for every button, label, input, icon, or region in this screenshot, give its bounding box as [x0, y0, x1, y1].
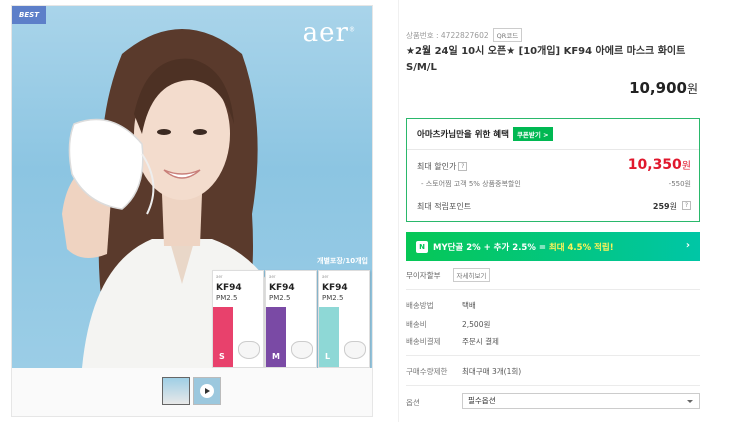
benefit-box: 아마츠카님만을 위한 혜택 쿠폰받기 > 최대 할인가? 10,350원 - 스… [406, 118, 700, 222]
shipping-fee-value: 2,500원 [462, 320, 491, 329]
mask-icon [238, 341, 260, 359]
shipping-method-label: 배송방법 [406, 301, 434, 310]
divider [407, 149, 699, 150]
details-button[interactable]: 자세히보기 [452, 268, 491, 282]
divider [398, 0, 399, 422]
max-discount-row: 최대 할인가? 10,350원 [417, 157, 691, 175]
option-select[interactable]: 필수옵션 [462, 393, 700, 409]
max-discount-label: 최대 할인가 [417, 162, 457, 171]
banner-highlight: 최대 4.5% 적립! [548, 242, 614, 253]
pack-brand: aer [269, 274, 276, 279]
store-discount-label: - 스토어찜 고객 5% 상품중복할인 [421, 180, 521, 188]
purchase-limit-value: 최대구매 3개(1회) [462, 367, 522, 376]
shipping-fee-row: 배송비 2,500원 [406, 319, 700, 330]
shipping-method-value: 택배 [462, 301, 476, 310]
divider [406, 385, 700, 386]
mask-packs: 개별포장/10개입 aer KF94 PM2.5 S aer KF94 PM2.… [210, 257, 372, 368]
pack-pm: PM2.5 [269, 294, 291, 302]
pack-pm: PM2.5 [216, 294, 238, 302]
interest-free-row: 무이자할부 자세히보기 [406, 268, 491, 282]
product-price: 10,900원 [629, 79, 698, 97]
thumbnail-image[interactable] [162, 377, 190, 405]
shipping-fee-label: 배송비 [406, 320, 427, 329]
price-value: 10,900 [629, 79, 687, 97]
mask-icon [291, 341, 313, 359]
mask-icon [344, 341, 366, 359]
pack-kf: KF94 [216, 283, 242, 293]
option-selected-value: 필수옵션 [468, 396, 496, 405]
option-label: 옵션 [406, 398, 420, 407]
points-unit: 원 [669, 202, 677, 211]
price-currency: 원 [686, 82, 698, 96]
product-id: 상품번호 : 4722827602 [406, 30, 489, 40]
banner-text: MY단골 2% + 추가 2.5% = [433, 242, 546, 253]
product-page: BEST aer® 개별포장/10개입 aer KF94 PM2.5 S aer… [0, 0, 743, 422]
pack-kf: KF94 [322, 283, 348, 293]
chevron-right-icon: › [685, 240, 690, 251]
qr-code-button[interactable]: QR코드 [492, 28, 523, 42]
pack-pm: PM2.5 [322, 294, 344, 302]
product-info: 상품번호 : 4722827602 QR코드 ★2월 24일 10시 오픈★ [… [406, 0, 706, 422]
chevron-down-icon [687, 400, 693, 403]
pack-kf: KF94 [269, 283, 295, 293]
benefit-heading: 아마츠카님만을 위한 혜택 쿠폰받기 > [417, 127, 553, 141]
naver-n-icon: N [416, 240, 428, 253]
pack-s: aer KF94 PM2.5 S [212, 270, 264, 368]
discount-currency: 원 [681, 161, 691, 172]
brand-logo-text: aer [302, 18, 349, 48]
interest-free-label: 무이자할부 [406, 270, 441, 280]
thumbnail-video[interactable] [193, 377, 221, 405]
purchase-limit-row: 구매수량제한 최대구매 3개(1회) [406, 366, 700, 377]
divider [406, 289, 700, 290]
coupon-button[interactable]: 쿠폰받기 > [512, 127, 553, 141]
discount-price-value: 10,350 [627, 157, 682, 173]
pack-l: aer KF94 PM2.5 L [318, 270, 370, 368]
shipping-method-row: 배송방법 택배 [406, 300, 700, 311]
shipping-pay-value: 주문시 결제 [462, 337, 499, 346]
pack-size: S [219, 352, 225, 361]
store-discount-value: -550원 [668, 180, 691, 188]
best-badge: BEST [12, 6, 46, 24]
product-gallery: BEST aer® 개별포장/10개입 aer KF94 PM2.5 S aer… [11, 5, 373, 417]
purchase-limit-label: 구매수량제한 [406, 367, 448, 376]
points-value: 259원 [653, 201, 677, 212]
help-icon[interactable]: ? [458, 162, 468, 171]
divider [406, 355, 700, 356]
pack-size: L [325, 352, 331, 361]
pack-m: aer KF94 PM2.5 M [265, 270, 317, 368]
points-row: 최대 적립포인트 259원 ? [417, 201, 691, 212]
product-title: ★2월 24일 10시 오픈★ [10개입] KF94 아에르 마스크 화이트 … [406, 46, 686, 73]
help-icon[interactable]: ? [682, 201, 691, 210]
benefit-heading-text: 아마츠카님만을 위한 혜택 [417, 130, 509, 140]
max-discount-price: 10,350원 [628, 157, 691, 173]
brand-logo: aer® [302, 18, 356, 48]
play-icon [200, 384, 214, 398]
shipping-pay-row: 배송비결제 주문시 결제 [406, 336, 700, 347]
pack-tag: 개별포장/10개입 [317, 257, 368, 265]
points-number: 259 [652, 202, 670, 211]
store-discount-row: - 스토어찜 고객 5% 상품중복할인 -550원 [421, 179, 691, 189]
my-dangol-banner[interactable]: N MY단골 2% + 추가 2.5% = 최대 4.5% 적립! › [406, 232, 700, 261]
pack-size: M [272, 352, 280, 361]
pack-brand: aer [216, 274, 223, 279]
shipping-pay-label: 배송비결제 [406, 337, 441, 346]
pack-brand: aer [322, 274, 329, 279]
product-id-row: 상품번호 : 4722827602 QR코드 [406, 28, 523, 42]
main-product-image[interactable]: BEST aer® 개별포장/10개입 aer KF94 PM2.5 S aer… [12, 6, 372, 368]
points-label: 최대 적립포인트 [417, 202, 472, 211]
